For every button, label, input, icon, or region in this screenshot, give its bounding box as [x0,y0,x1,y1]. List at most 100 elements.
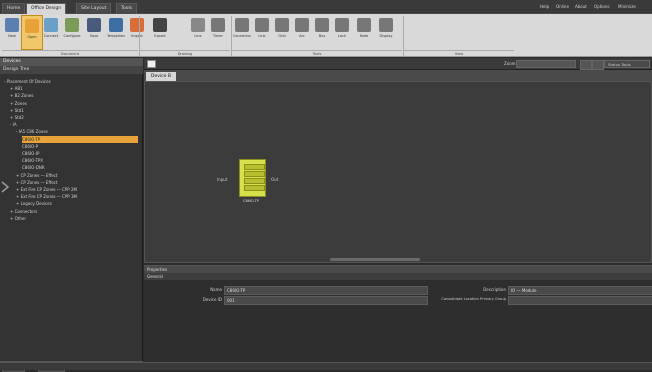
zoom-in-button[interactable] [592,60,604,70]
properties-panel: Properties General Name C86IO-TP Device … [144,265,652,362]
ribbon-button-note[interactable]: Note [354,15,374,48]
status-tools-button[interactable]: Status Tools [604,60,650,68]
ribbon-button-label: Configure [63,34,81,38]
ribbon-button-display[interactable]: Display [376,15,396,48]
document-tabs: Device B [144,70,652,81]
tab-tools[interactable]: Tools [116,3,138,14]
ribbon-button-timer[interactable]: Timer [208,15,228,48]
tab-office-design[interactable]: Office Design [26,3,67,14]
tree-item[interactable]: + Other [10,215,130,222]
left-panel-subtitle: Design Tree [0,66,143,74]
ribbon-button-label: Link [258,34,266,38]
templates-icon [109,18,123,32]
ribbon-button-label: Connector [232,34,252,38]
ribbon-button-configure[interactable]: Configure [62,15,82,48]
bus-icon [315,18,329,32]
device-slot [244,185,265,191]
tree-item[interactable]: + Legacy Devices [16,200,136,207]
ribbon-button-connector[interactable]: Connector [232,15,252,48]
device-slot [244,164,265,170]
zoom-label: Zoom [504,61,516,66]
document-tab[interactable]: Device B [146,72,176,81]
ribbon-button-label: Import [131,34,143,38]
zoom-out-button[interactable] [580,60,592,70]
tab-strip: Home Office Design Site Layout Tools Hel… [0,0,652,14]
timer-icon [211,18,225,32]
help-link[interactable]: Help [540,3,549,11]
save-icon [87,18,101,32]
description-label: Description [483,287,506,292]
tree-item[interactable]: + AB1 [10,85,130,92]
export-icon [153,18,167,32]
ribbon-button-new[interactable]: New [2,15,22,48]
ribbon-button-label: Lock [338,34,346,38]
ribbon-button-bus[interactable]: Bus [312,15,332,48]
device-block[interactable] [239,159,266,197]
device-id-label: Device ID [202,297,222,302]
tree-item[interactable]: + Std1 [10,107,130,114]
display-icon [379,18,393,32]
ribbon-button-open[interactable]: Open [21,15,43,50]
options-link[interactable]: Options [594,3,609,11]
consolidate-location-field[interactable] [508,296,652,305]
name-field[interactable]: C86IO-TP [224,286,428,295]
ribbon-button-save[interactable]: Save [84,15,104,48]
chevron-right-icon[interactable] [0,180,10,194]
tree-item[interactable]: - IA [10,121,130,128]
ribbon-button-label: Line [194,34,202,38]
ribbon-button-lock[interactable]: Lock [332,15,352,48]
page-icon[interactable] [147,60,156,68]
tree-item[interactable]: - IA5 C86 Zones [16,128,136,135]
grid-icon [275,18,289,32]
tree-item[interactable]: + Connectors [10,208,130,215]
ribbon-button-line[interactable]: Line [188,15,208,48]
online-link[interactable]: Online [556,3,569,11]
configure-icon [65,18,79,32]
connect-icon [44,18,58,32]
import-icon [130,18,144,32]
ribbon-button-label: Connect [43,34,59,38]
consolidate-location-label: Consolidate Location Primary Group [441,297,506,301]
left-panel-title: Devices [0,58,143,66]
device-id-field[interactable]: 001 [224,296,428,305]
ribbon-button-templates[interactable]: Templates [106,15,126,48]
ribbon-button-label: Arc [299,34,305,38]
zoom-input[interactable] [516,60,576,68]
ribbon-group-view: View [404,50,514,57]
tree-item[interactable]: + B2 Zones [10,92,130,99]
device-input-label: Input [217,177,228,182]
ribbon-group-drawing: Drawing [140,50,230,57]
tree-item[interactable]: + Ext Fire CP Zones — CPP 3M [16,193,136,200]
tree-item[interactable]: + CP Zones — Effect [16,172,136,179]
ribbon-button-label: Timer [212,34,223,38]
tab-home[interactable]: Home [2,3,26,14]
ribbon-button-import[interactable]: Import [127,15,147,48]
tree-item[interactable]: + Zones [10,100,130,107]
tree-item[interactable]: + Ext Fire CP Zones — CPP 2M [16,186,136,193]
tree-item[interactable]: + CP Zones — Effect [16,179,136,186]
tree-item[interactable]: C86IO-TPX [22,157,142,164]
horizontal-scrollbar[interactable] [330,258,420,261]
ribbon-button-label: Open [27,35,37,39]
tree-item[interactable]: - Placement Of Devices [4,78,124,85]
ribbon: New Open Connect Configure Save Templates Impo… [0,14,652,57]
about-link[interactable]: About [575,3,587,11]
new-icon [5,18,19,32]
tree-item[interactable]: C86IO-P [22,143,142,150]
ribbon-group-document: Document [2,50,138,57]
ribbon-button-arc[interactable]: Arc [292,15,312,48]
connector-icon [235,18,249,32]
tree-item[interactable]: C86IO-IP [22,150,142,157]
ribbon-button-export[interactable]: Export [150,15,170,48]
tree-item[interactable]: + Std2 [10,114,130,121]
ribbon-button-grid[interactable]: Grid [272,15,292,48]
tree-item[interactable]: C86IO-TP [22,135,138,143]
description-field[interactable]: IO — Module [508,286,652,295]
link-icon [255,18,269,32]
ribbon-button-link[interactable]: Link [252,15,272,48]
design-canvas[interactable]: Input Out C86IO-TP [144,81,652,263]
minimize-link[interactable]: Minimize [618,3,636,11]
ribbon-button-connect[interactable]: Connect [41,15,61,48]
tab-site-layout[interactable]: Site Layout [76,3,112,14]
tree-item[interactable]: C86IO-DNR [22,164,142,171]
